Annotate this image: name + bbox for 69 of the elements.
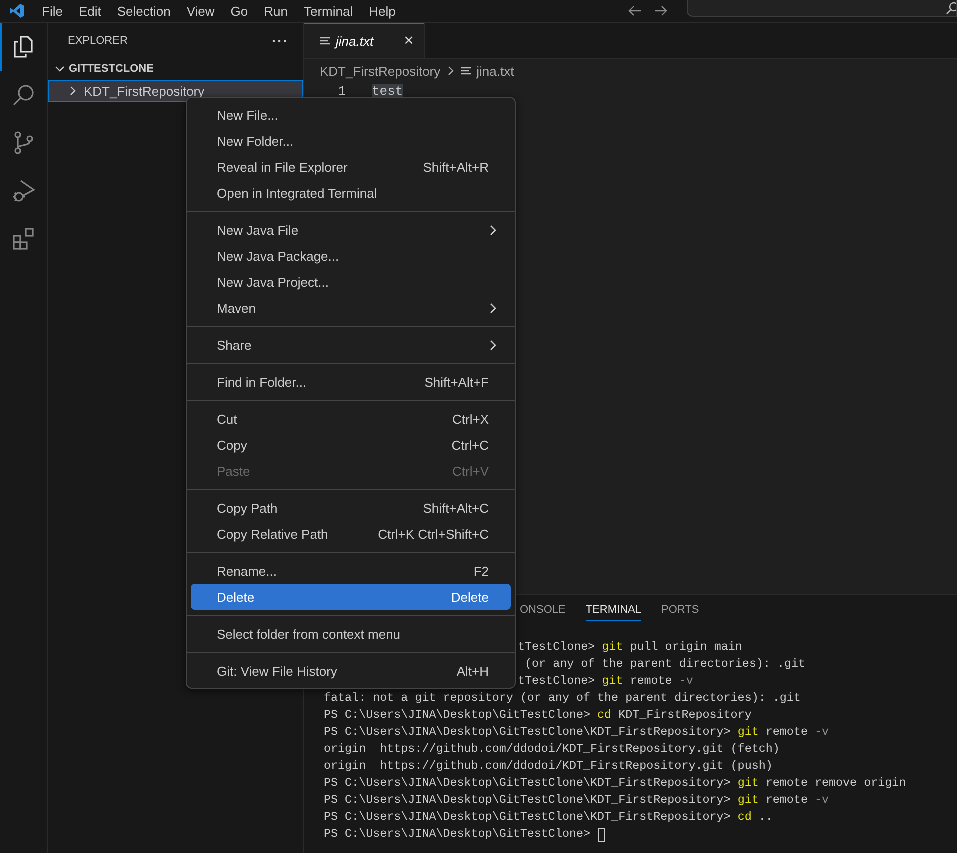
menu-item[interactable]: View [186, 4, 215, 18]
panel-tab[interactable]: PORTS [661, 599, 700, 621]
panel-tab[interactable]: TERMINAL [586, 599, 642, 621]
context-menu-item[interactable]: Copy Relative Path Ctrl+K Ctrl+Shift+C [191, 521, 511, 547]
terminal-line: (or any of the parent directories): .git [524, 656, 806, 673]
back-arrow-icon[interactable] [628, 5, 642, 17]
breadcrumb-item[interactable]: jina.txt [476, 64, 514, 78]
chevron-icon [490, 302, 497, 314]
terminal-line: PS C:\Users\JINA\Desktop\GitTestClone\KDT_FirstRepository> git remote remove origin [324, 775, 906, 792]
terminal-line: fatal: not a git repository (or any of the parent directories): .git [324, 690, 801, 707]
chevron-icon [490, 340, 497, 350]
context-menu-item[interactable]: Delete Delete [191, 584, 511, 610]
context-menu-item[interactable]: New Java File [191, 217, 511, 243]
folder-tree-item[interactable]: KDT_FirstRepository [48, 80, 303, 102]
context-menu-item[interactable]: Select folder from context menu [191, 621, 511, 647]
terminal-line: tTestClone> git pull origin main [518, 639, 742, 656]
chevron-icon [490, 224, 497, 236]
run-debug-icon [12, 179, 36, 203]
chevron-icon [55, 64, 65, 74]
close-tab-button[interactable]: × [404, 31, 414, 51]
context-menu-item[interactable]: New Java Package... [191, 243, 511, 269]
menu-item[interactable]: Go [230, 4, 248, 18]
menu-item[interactable]: Selection [117, 4, 171, 18]
panel-tab[interactable]: ONSOLE [520, 599, 566, 621]
context-menu-item[interactable]: New Folder... [191, 128, 511, 154]
files-icon [12, 35, 36, 59]
menu-item[interactable]: File [42, 4, 63, 18]
chevron-icon [68, 86, 78, 96]
menu-item[interactable]: Terminal [304, 4, 354, 18]
context-menu-item[interactable]: Find in Folder... Shift+Alt+F [191, 369, 511, 395]
terminal-line: PS C:\Users\JINA\Desktop\GitTestClone\KDT_FirstRepository> git remote -v [324, 792, 829, 809]
terminal-line: PS C:\Users\JINA\Desktop\GitTestClone\KDT_FirstRepository> git remote -v [324, 724, 829, 741]
menu-item[interactable]: Run [264, 4, 288, 18]
context-menu-item[interactable]: Git: View File History Alt+H [191, 658, 511, 684]
menu-item[interactable]: Help [369, 4, 396, 18]
line-number: 1 [337, 84, 346, 99]
menu-item[interactable]: Edit [78, 4, 102, 18]
app-logo-icon [9, 3, 25, 19]
terminal-line: PS C:\Users\JINA\Desktop\GitTestClone> cd KDT_FirstRepository [324, 707, 752, 724]
command-search-field[interactable] [687, 0, 957, 17]
terminal-line: PS C:\Users\JINA\Desktop\GitTestClone> [324, 826, 592, 843]
folder-section-header[interactable]: GITTESTCLONE [48, 58, 303, 80]
context-menu-item[interactable]: Open in Integrated Terminal [191, 180, 511, 206]
text-file-icon [320, 36, 330, 46]
context-menu-item[interactable]: Cut Ctrl+X [191, 406, 511, 432]
context-menu-item[interactable]: Maven [191, 295, 511, 321]
context-menu-item[interactable]: Share [191, 332, 511, 358]
text-file-icon [460, 66, 471, 76]
search-icon [946, 2, 956, 14]
context-menu-item[interactable]: Reveal in File Explorer Shift+Alt+R [191, 154, 511, 180]
terminal-line: tTestClone> git remote -v [518, 673, 694, 690]
context-menu-item[interactable]: New Java Project... [191, 269, 511, 295]
search-icon [12, 83, 36, 107]
more-actions-button[interactable]: ··· [272, 32, 289, 48]
context-menu-item[interactable]: New File... [191, 102, 511, 128]
editor-tab[interactable]: jina.txt × [304, 23, 425, 58]
context-menu-item[interactable]: Copy Ctrl+C [191, 432, 511, 458]
terminal-cursor [598, 828, 605, 842]
terminal-line: origin https://github.com/ddodoi/KDT_FirstRepository.git (fetch) [324, 741, 780, 758]
sidebar-title: EXPLORER [68, 34, 128, 46]
branch-icon [12, 131, 36, 155]
context-menu-item[interactable]: Copy Path Shift+Alt+C [191, 495, 511, 521]
terminal-line: PS C:\Users\JINA\Desktop\GitTestClone\KDT_FirstRepository> cd .. [324, 809, 773, 826]
breadcrumb-item[interactable]: KDT_FirstRepository [320, 64, 441, 78]
context-menu-item[interactable]: Rename... F2 [191, 558, 511, 584]
forward-arrow-icon[interactable] [654, 5, 668, 17]
extensions-icon [12, 227, 36, 251]
chevron-icon [446, 66, 455, 76]
terminal-line: origin https://github.com/ddodoi/KDT_FirstRepository.git (push) [324, 758, 773, 775]
